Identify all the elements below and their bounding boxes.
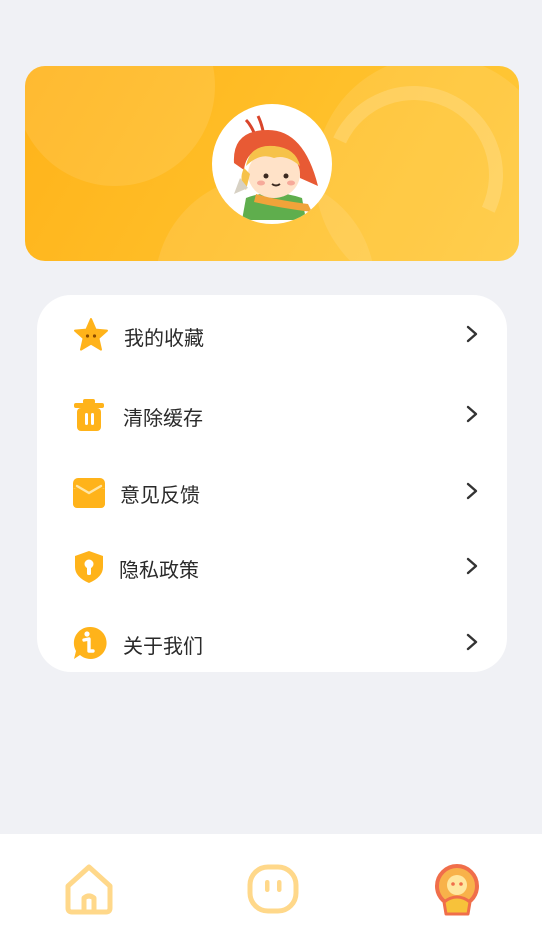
feedback-box-icon: [71, 474, 107, 510]
chevron-right-icon: [466, 482, 478, 500]
menu-item-label: 关于我们: [123, 634, 203, 658]
chat-face-icon: [247, 864, 299, 914]
shield-icon: [71, 549, 107, 585]
info-icon: [72, 625, 108, 661]
menu-item-label: 隐私政策: [119, 558, 199, 582]
menu-card: 我的收藏 清除缓存 意见反馈 隐私政策 关于我们: [37, 295, 507, 672]
trash-icon: [71, 397, 107, 433]
menu-item-about[interactable]: 关于我们: [37, 611, 507, 671]
profile-icon: [435, 864, 479, 916]
cartoon-boy-avatar-icon: [233, 115, 318, 220]
chevron-right-icon: [466, 325, 478, 343]
chevron-right-icon: [466, 633, 478, 651]
avatar[interactable]: [212, 104, 332, 224]
menu-item-label: 我的收藏: [124, 326, 204, 350]
chevron-right-icon: [466, 557, 478, 575]
tab-profile[interactable]: [430, 862, 484, 916]
menu-item-favorites[interactable]: 我的收藏: [37, 303, 507, 363]
menu-item-privacy[interactable]: 隐私政策: [37, 535, 507, 595]
star-icon: [73, 317, 109, 353]
home-icon: [65, 864, 113, 915]
menu-item-clear-cache[interactable]: 清除缓存: [37, 383, 507, 443]
menu-item-label: 意见反馈: [120, 483, 200, 507]
menu-item-label: 清除缓存: [123, 406, 203, 430]
bottom-tab-bar: [0, 834, 542, 939]
chevron-right-icon: [466, 405, 478, 423]
banner-decoration: [25, 66, 215, 186]
tab-home[interactable]: [62, 862, 116, 916]
menu-item-feedback[interactable]: 意见反馈: [37, 460, 507, 520]
tab-chat[interactable]: [246, 862, 300, 916]
